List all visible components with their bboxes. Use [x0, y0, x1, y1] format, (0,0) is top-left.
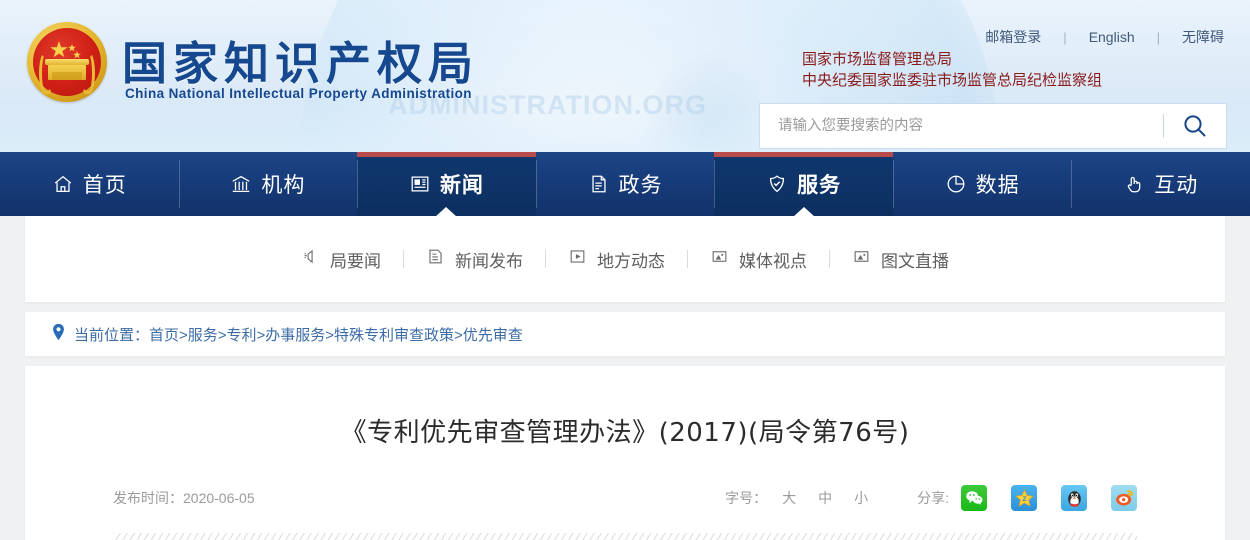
wechat-share-icon[interactable] [961, 485, 987, 511]
location-pin-icon [51, 323, 66, 346]
document-icon [588, 173, 610, 195]
shield-check-icon [766, 173, 788, 195]
search-button[interactable] [1164, 104, 1226, 148]
search-box [760, 104, 1226, 148]
video-play-icon [568, 247, 587, 271]
hand-pointer-icon [1123, 173, 1145, 195]
subnav-item-press-release[interactable]: 新闻发布 [404, 247, 545, 272]
nav-item-news[interactable]: 新闻 [357, 152, 536, 217]
nav-item-home[interactable]: 首页 [0, 152, 179, 216]
search-icon [1184, 115, 1206, 137]
site-logo-chinese: 国家知识产权局 [122, 37, 480, 90]
share-icon-group: Z [961, 485, 1137, 511]
subnav-item-media-view[interactable]: 媒体视点 [688, 247, 829, 272]
subnav-label-press-release: 新闻发布 [455, 251, 523, 271]
subnav-label-local-news: 地方动态 [597, 251, 665, 271]
subnav-item-live-blog[interactable]: 图文直播 [830, 247, 971, 272]
list-doc-icon [426, 247, 445, 271]
top-link-accessibility[interactable]: 无障碍 [1160, 27, 1228, 47]
weibo-share-icon[interactable] [1111, 485, 1137, 511]
org-line-1[interactable]: 国家市场监督管理总局 [802, 49, 1102, 70]
pie-chart-icon [945, 173, 967, 195]
megaphone-icon [301, 247, 320, 271]
subnav-label-bureau-news: 局要闻 [330, 251, 381, 271]
site-logo-english: China National Intellectual Property Adm… [125, 86, 472, 101]
nav-label-data: 数据 [975, 174, 1020, 197]
share-label: 分享: [917, 490, 949, 506]
site-header: ADMINISTRATION.ORG 国家知识产权局 China Nationa… [0, 0, 1250, 152]
active-tab-caret [792, 207, 815, 217]
nav-label-government-affairs: 政务 [618, 174, 663, 197]
breadcrumb: 当前位置：首页>服务>专利>办事服务>特殊专利审查政策>优先审查 [25, 312, 1225, 356]
newspaper-icon [409, 173, 431, 195]
font-size-large[interactable]: 大 [771, 488, 807, 508]
nav-label-organization: 机构 [261, 174, 306, 197]
article-title: 《专利优先审查管理办法》(2017)(局令第76号) [340, 418, 910, 448]
nav-item-organization[interactable]: 机构 [178, 152, 358, 216]
search-input[interactable] [760, 105, 1163, 147]
font-size-label: 字号： [725, 490, 768, 506]
nav-item-government-affairs[interactable]: 政务 [535, 152, 715, 216]
image-icon [710, 247, 729, 271]
bank-icon [230, 173, 252, 195]
nav-label-home: 首页 [82, 174, 127, 197]
national-emblem-icon [27, 22, 107, 102]
nav-item-service[interactable]: 服务 [714, 152, 893, 217]
subnav-item-bureau-news[interactable]: 局要闻 [279, 247, 403, 272]
qq-share-icon[interactable] [1061, 485, 1087, 511]
home-icon [52, 173, 74, 195]
sub-navigation-panel: 局要闻 新闻发布 地方动态 媒体视点 图文直播 [25, 216, 1225, 302]
subnav-item-local-news[interactable]: 地方动态 [546, 247, 687, 272]
nav-label-news: 新闻 [439, 174, 484, 197]
affiliated-organizations: 国家市场监督管理总局 中央纪委国家监委驻市场监管总局纪检监察组 [802, 49, 1102, 91]
nav-label-service: 服务 [797, 174, 842, 197]
nav-item-interaction[interactable]: 互动 [1071, 152, 1250, 216]
sub-navigation: 局要闻 新闻发布 地方动态 媒体视点 图文直播 [279, 247, 971, 272]
publish-time: 发布时间：2020-06-05 [113, 490, 255, 506]
image-icon [852, 247, 871, 271]
article-meta-row: 发布时间：2020-06-05 字号： 大 中 小 分享: Z [85, 485, 1165, 511]
top-link-english[interactable]: English [1067, 29, 1157, 45]
qzone-share-icon[interactable]: Z [1011, 485, 1037, 511]
top-link-mail-login[interactable]: 邮箱登录 [963, 27, 1063, 47]
nav-label-interaction: 互动 [1154, 174, 1199, 197]
hatched-divider [113, 533, 1137, 540]
nav-item-data[interactable]: 数据 [892, 152, 1072, 216]
org-line-2[interactable]: 中央纪委国家监委驻市场监管总局纪检监察组 [802, 70, 1102, 91]
active-tab-caret [435, 207, 458, 217]
article-meta-actions: 字号： 大 中 小 分享: Z [725, 485, 1137, 511]
svg-text:Z: Z [1022, 496, 1026, 503]
font-size-small[interactable]: 小 [843, 488, 879, 508]
header-top-links: 邮箱登录 | English | 无障碍 [963, 27, 1228, 47]
subnav-label-live-blog: 图文直播 [881, 251, 949, 271]
main-navigation: 首页 机构 新闻 政务 服务 数据 互动 [0, 152, 1250, 217]
font-size-medium[interactable]: 中 [807, 488, 843, 508]
article-panel: 《专利优先审查管理办法》(2017)(局令第76号) 发布时间：2020-06-… [25, 366, 1225, 540]
subnav-label-media-view: 媒体视点 [739, 251, 807, 271]
breadcrumb-text[interactable]: 当前位置：首页>服务>专利>办事服务>特殊专利审查政策>优先审查 [74, 324, 523, 345]
